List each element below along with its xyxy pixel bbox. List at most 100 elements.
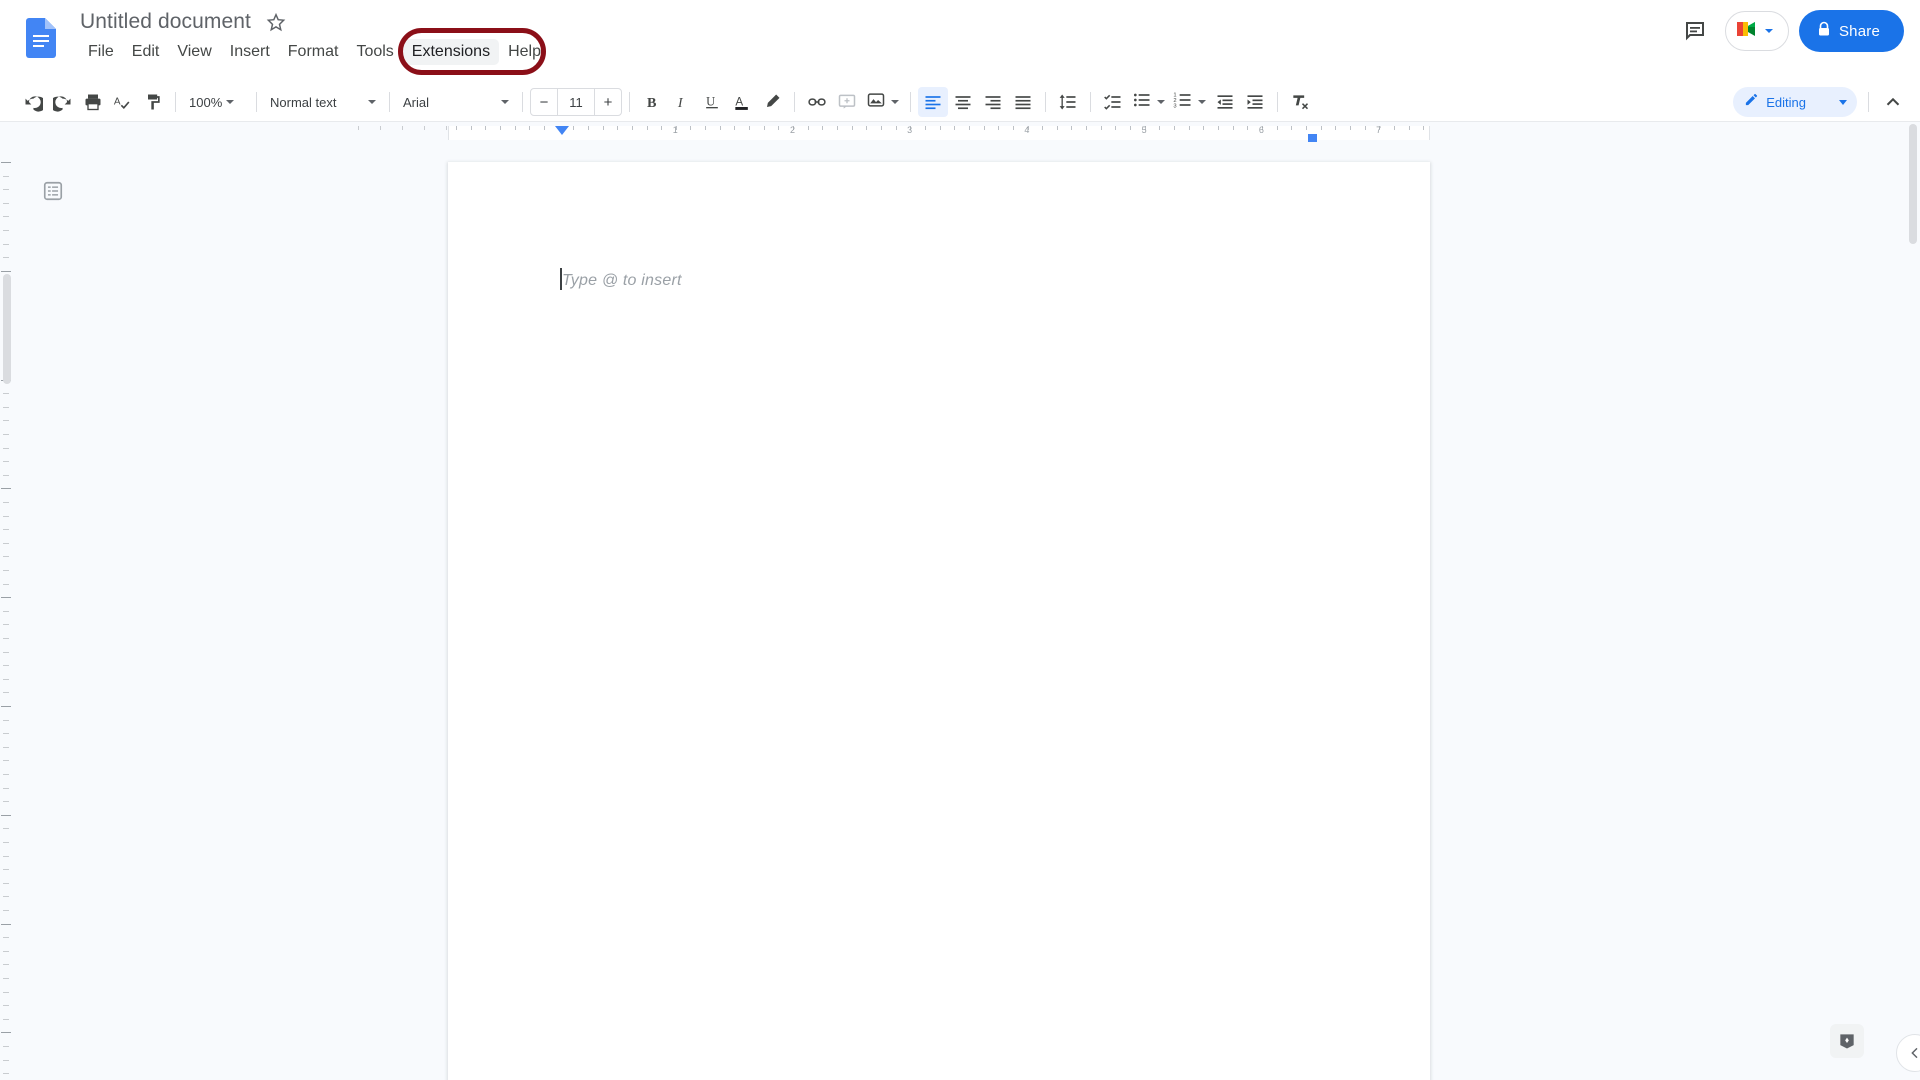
chevron-down-icon: [368, 100, 376, 104]
redo-icon[interactable]: [48, 87, 78, 117]
vertical-ruler-tick: [3, 747, 9, 748]
chevron-down-icon: [1198, 100, 1206, 104]
ruler-tick: [896, 126, 897, 130]
share-button[interactable]: Share: [1798, 10, 1904, 52]
vertical-ruler-tick: [3, 502, 9, 503]
font-size-decrease-button[interactable]: −: [531, 89, 557, 115]
align-justify-icon[interactable]: [1008, 87, 1038, 117]
page-placeholder-text: Type @ to insert: [562, 272, 682, 289]
menu-item-edit[interactable]: Edit: [123, 39, 169, 65]
clear-formatting-icon[interactable]: [1285, 87, 1315, 117]
svg-text:U: U: [706, 94, 715, 108]
vertical-ruler: [0, 144, 14, 1080]
menu-item-insert[interactable]: Insert: [221, 39, 279, 65]
ruler-tick: [925, 126, 926, 130]
font-size-input[interactable]: [557, 89, 595, 115]
docs-logo-icon[interactable]: [26, 18, 56, 58]
menu-item-help[interactable]: Help: [499, 39, 550, 65]
horizontal-ruler[interactable]: 1 2 3 4 5 6 7: [0, 122, 1920, 144]
ruler-tick: [866, 126, 867, 130]
paragraph-style-dropdown[interactable]: Normal text: [264, 87, 382, 117]
vertical-ruler-tick: [3, 760, 9, 761]
add-comment-icon[interactable]: [832, 87, 862, 117]
vertical-scrollbar[interactable]: [1906, 122, 1920, 1080]
align-right-icon[interactable]: [978, 87, 1008, 117]
paint-format-icon[interactable]: [138, 87, 168, 117]
menu-item-extensions[interactable]: Extensions: [402, 39, 500, 65]
menu-item-view[interactable]: View: [168, 39, 220, 65]
text-color-icon[interactable]: A: [727, 87, 757, 117]
ruler-tick: [998, 126, 999, 130]
zoom-dropdown[interactable]: 100%: [183, 87, 249, 117]
align-center-icon[interactable]: [948, 87, 978, 117]
bold-button[interactable]: B: [637, 87, 667, 117]
font-size-increase-button[interactable]: +: [595, 89, 621, 115]
left-scrollbar-thumb[interactable]: [3, 274, 11, 384]
first-line-indent-marker[interactable]: [555, 126, 569, 135]
vertical-ruler-tick: [3, 801, 9, 802]
italic-button[interactable]: I: [667, 87, 697, 117]
insert-image-dropdown[interactable]: [862, 87, 903, 117]
toolbar-divider: [1277, 92, 1278, 112]
ruler-tick: [1423, 126, 1424, 130]
toolbar-divider: [389, 92, 390, 112]
ruler-tick: [1247, 126, 1248, 130]
ruler-tick: [1130, 126, 1131, 130]
underline-button[interactable]: U: [697, 87, 727, 117]
vertical-ruler-tick: [3, 679, 9, 680]
vertical-ruler-tick: [3, 584, 9, 585]
google-meet-button[interactable]: [1724, 11, 1789, 51]
ruler-tick: [837, 126, 838, 130]
ruler-tick: [1071, 126, 1072, 130]
share-button-label: Share: [1838, 22, 1880, 40]
ruler-tick: [1335, 126, 1336, 130]
vertical-ruler-tick: [3, 842, 9, 843]
insert-image-icon: [866, 90, 886, 115]
star-outline-icon[interactable]: [265, 11, 287, 33]
document-outline-icon[interactable]: [36, 174, 70, 208]
comment-history-icon[interactable]: [1675, 11, 1715, 51]
vertical-ruler-tick: [3, 652, 9, 653]
numbered-list-dropdown[interactable]: 123: [1169, 87, 1210, 117]
vertical-ruler-tick: [3, 189, 9, 190]
highlight-color-icon[interactable]: [757, 87, 787, 117]
vertical-ruler-tick: [1, 162, 11, 163]
ruler-tick: [764, 126, 765, 130]
collapse-toolbar-button[interactable]: [1876, 85, 1910, 119]
vertical-scrollbar-thumb[interactable]: [1909, 124, 1917, 244]
google-meet-icon: [1732, 16, 1762, 47]
vertical-ruler-tick: [3, 978, 9, 979]
spellcheck-icon[interactable]: A: [108, 87, 138, 117]
print-icon[interactable]: [78, 87, 108, 117]
vertical-ruler-tick: [1, 815, 11, 816]
document-canvas: 1 2 3 4 5 6 7 Type @ to insert: [0, 122, 1920, 1080]
vertical-ruler-tick: [3, 216, 9, 217]
menu-item-tools[interactable]: Tools: [347, 39, 402, 65]
ruler-tick: [380, 126, 381, 130]
menu-item-file[interactable]: File: [79, 39, 123, 65]
editing-mode-dropdown[interactable]: Editing: [1733, 87, 1857, 117]
checklist-icon[interactable]: [1098, 87, 1128, 117]
undo-icon[interactable]: [18, 87, 48, 117]
menu-item-format[interactable]: Format: [279, 39, 348, 65]
line-spacing-icon[interactable]: [1053, 87, 1083, 117]
font-family-dropdown[interactable]: Arial: [397, 87, 515, 117]
document-page[interactable]: Type @ to insert: [448, 162, 1430, 1080]
align-left-icon[interactable]: [918, 87, 948, 117]
ruler-tick: [969, 126, 970, 130]
decrease-indent-icon[interactable]: [1210, 87, 1240, 117]
numbered-list-icon: 123: [1173, 90, 1193, 115]
insert-link-icon[interactable]: [802, 87, 832, 117]
vertical-ruler-tick: [3, 1046, 9, 1047]
document-title[interactable]: Untitled document: [76, 8, 255, 36]
ruler-tick: [446, 126, 447, 130]
menu-bar: File Edit View Insert Format Tools Exten…: [79, 39, 550, 65]
ruler-tick: [1321, 126, 1322, 130]
svg-text:A: A: [114, 97, 121, 108]
explore-gem-icon[interactable]: [1830, 1024, 1864, 1058]
ruler-tick: [402, 126, 403, 130]
right-indent-marker[interactable]: [1308, 134, 1317, 142]
vertical-ruler-tick: [3, 393, 9, 394]
bulleted-list-dropdown[interactable]: [1128, 87, 1169, 117]
increase-indent-icon[interactable]: [1240, 87, 1270, 117]
